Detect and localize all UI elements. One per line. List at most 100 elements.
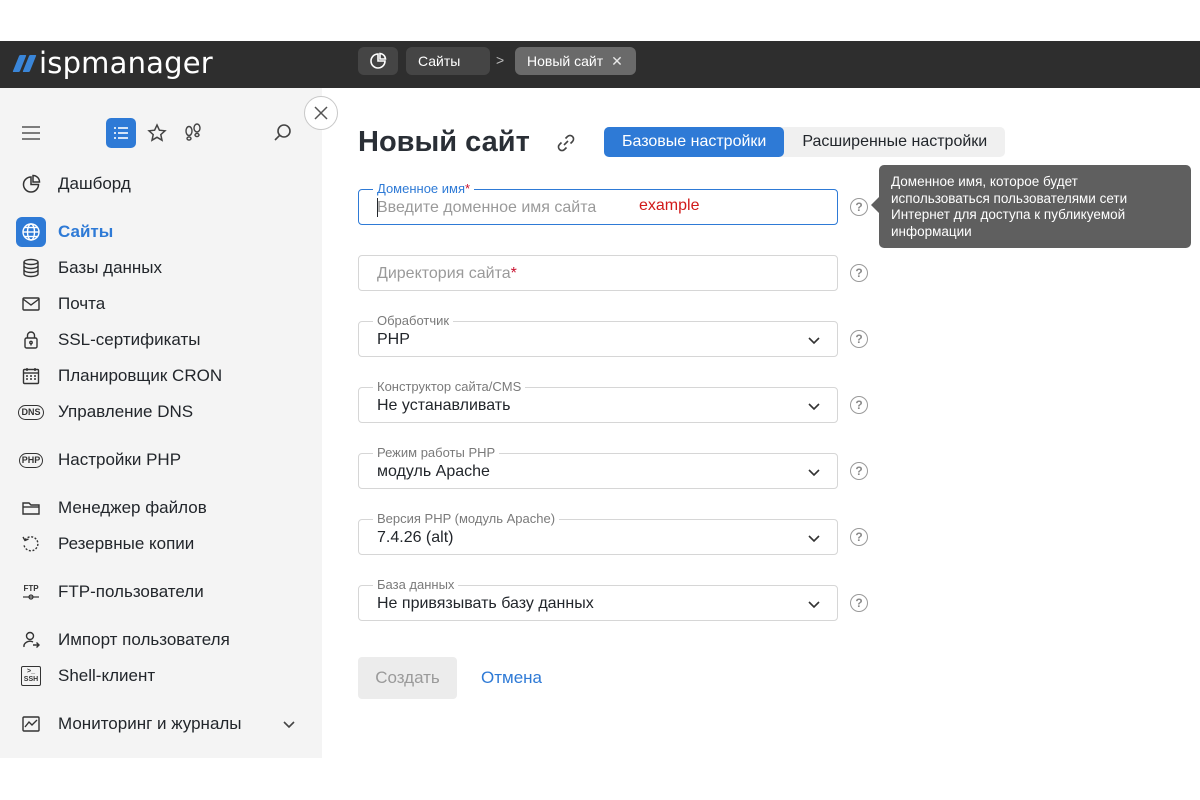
chevron-down-icon[interactable] <box>282 717 296 736</box>
settings-tabs: Базовые настройки Расширенные настройки <box>604 127 1006 157</box>
sidebar-item-label: Почта <box>58 294 106 313</box>
chevron-down-icon <box>807 399 821 418</box>
create-button[interactable]: Создать <box>358 657 457 699</box>
logo[interactable]: ispmanager <box>12 45 213 81</box>
dashboard-chart-icon <box>370 52 387 69</box>
sidebar: Дашборд Сайты Базы данных Почта SSL-серт… <box>0 88 322 758</box>
sidebar-item-mail[interactable]: Почта <box>16 289 306 319</box>
sidebar-item-file-manager[interactable]: Менеджер файлов <box>16 493 306 523</box>
handler-value: PHP <box>377 331 410 348</box>
sidebar-item-label: Shell-клиент <box>58 666 156 685</box>
sidebar-item-label: Дашборд <box>58 174 131 193</box>
site-directory-placeholder: Директория сайта* <box>377 265 517 282</box>
help-icon-php-version[interactable]: ? <box>850 528 868 546</box>
dashboard-icon <box>16 169 46 199</box>
sidebar-item-label: Настройки PHP <box>58 450 182 469</box>
sidebar-item-label: Управление DNS <box>58 402 194 421</box>
sidebar-item-php[interactable]: PHP Настройки PHP <box>16 445 306 475</box>
help-icon-handler[interactable]: ? <box>850 330 868 348</box>
dns-icon: DNS <box>16 397 46 427</box>
page-title: Новый сайт <box>358 126 530 158</box>
sidebar-item-label: Импорт пользователя <box>58 630 230 649</box>
menu-icon[interactable] <box>16 118 46 148</box>
sidebar-item-shell[interactable]: >_ SSH Shell-клиент <box>16 661 306 691</box>
database-label: База данных <box>373 577 459 593</box>
chevron-down-icon <box>807 333 821 352</box>
help-icon-database[interactable]: ? <box>850 594 868 612</box>
user-import-icon <box>16 625 46 655</box>
sidebar-item-label: Менеджер файлов <box>58 498 207 517</box>
sidebar-item-monitoring[interactable]: Мониторинг и журналы <box>16 709 306 739</box>
folder-icon <box>16 493 46 523</box>
link-icon[interactable] <box>555 132 577 159</box>
php-version-select[interactable]: Версия PHP (модуль Apache) 7.4.26 (alt) <box>358 511 838 555</box>
sidebar-item-label: Планировщик CRON <box>58 366 223 385</box>
chevron-down-icon <box>807 597 821 616</box>
cms-select[interactable]: Конструктор сайта/CMS Не устанавливать <box>358 379 838 423</box>
breadcrumb-new-site[interactable]: Новый сайт ✕ <box>515 47 636 75</box>
mail-icon <box>16 289 46 319</box>
monitoring-icon <box>16 709 46 739</box>
ftp-icon: FTP <box>16 577 46 607</box>
sidebar-item-backups[interactable]: Резервные копии <box>16 529 306 559</box>
php-mode-select[interactable]: Режим работы PHP модуль Apache <box>358 445 838 489</box>
handler-select[interactable]: Обработчик PHP <box>358 313 838 357</box>
example-annotation: example <box>639 197 700 214</box>
calendar-icon <box>16 361 46 391</box>
close-panel-button[interactable] <box>304 96 338 130</box>
breadcrumb-sites-label: Сайты <box>418 53 461 69</box>
sidebar-item-label: Мониторинг и журналы <box>58 714 242 733</box>
database-select[interactable]: База данных Не привязывать базу данных <box>358 577 838 621</box>
database-icon <box>16 253 46 283</box>
logo-mark-icon <box>12 54 37 72</box>
php-mode-label: Режим работы PHP <box>373 445 500 461</box>
cancel-button[interactable]: Отмена <box>481 668 542 688</box>
sidebar-item-sites[interactable]: Сайты <box>16 217 306 247</box>
breadcrumb-sites[interactable]: Сайты <box>406 47 490 75</box>
chevron-down-icon <box>807 531 821 550</box>
close-icon <box>314 106 328 120</box>
php-icon: PHP <box>16 445 46 475</box>
php-mode-value: модуль Apache <box>377 463 490 480</box>
domain-name-label: Доменное имя* <box>373 181 475 197</box>
sidebar-item-user-import[interactable]: Импорт пользователя <box>16 625 306 655</box>
sidebar-item-cron[interactable]: Планировщик CRON <box>16 361 306 391</box>
cms-value: Не устанавливать <box>377 397 511 414</box>
php-version-label: Версия PHP (модуль Apache) <box>373 511 560 527</box>
globe-icon <box>16 217 46 247</box>
backup-icon <box>16 529 46 559</box>
sidebar-toolbar <box>0 118 322 150</box>
help-icon-cms[interactable]: ? <box>850 396 868 414</box>
sidebar-item-ssl[interactable]: SSL-сертификаты <box>16 325 306 355</box>
sidebar-item-label: Сайты <box>58 222 114 241</box>
shell-icon: >_ SSH <box>16 661 46 691</box>
sidebar-item-label: Резервные копии <box>58 534 195 553</box>
tab-advanced-settings[interactable]: Расширенные настройки <box>784 127 1005 157</box>
help-icon-directory[interactable]: ? <box>850 264 868 282</box>
domain-name-tooltip: Доменное имя, которое будет использовать… <box>871 165 1191 248</box>
database-value: Не привязывать базу данных <box>377 595 594 612</box>
close-tab-icon[interactable]: ✕ <box>611 53 623 70</box>
handler-label: Обработчик <box>373 313 454 329</box>
star-icon[interactable] <box>142 118 172 148</box>
list-icon[interactable] <box>106 118 136 148</box>
lock-icon <box>16 325 46 355</box>
search-icon[interactable] <box>268 118 298 148</box>
chevron-down-icon <box>807 465 821 484</box>
breadcrumb-dashboard-button[interactable] <box>358 47 398 75</box>
top-bar: ispmanager Сайты > Новый сайт ✕ <box>0 41 1200 88</box>
breadcrumb-new-site-label: Новый сайт <box>527 53 604 69</box>
help-icon-php-mode[interactable]: ? <box>850 462 868 480</box>
footprints-icon[interactable] <box>178 118 208 148</box>
breadcrumb-separator: > <box>496 52 505 68</box>
sidebar-item-databases[interactable]: Базы данных <box>16 253 306 283</box>
site-directory-field[interactable]: Директория сайта* <box>358 255 838 291</box>
sidebar-item-dashboard[interactable]: Дашборд <box>16 169 306 199</box>
sidebar-item-label: FTP-пользователи <box>58 582 204 601</box>
domain-name-placeholder: Введите доменное имя сайта <box>377 199 597 216</box>
help-icon-domain[interactable]: ? <box>850 198 868 216</box>
tab-basic-settings[interactable]: Базовые настройки <box>604 127 785 157</box>
domain-name-field[interactable]: Доменное имя* Введите доменное имя сайта… <box>358 181 838 225</box>
sidebar-item-ftp-users[interactable]: FTP FTP-пользователи <box>16 577 306 607</box>
sidebar-item-dns[interactable]: DNS Управление DNS <box>16 397 306 427</box>
